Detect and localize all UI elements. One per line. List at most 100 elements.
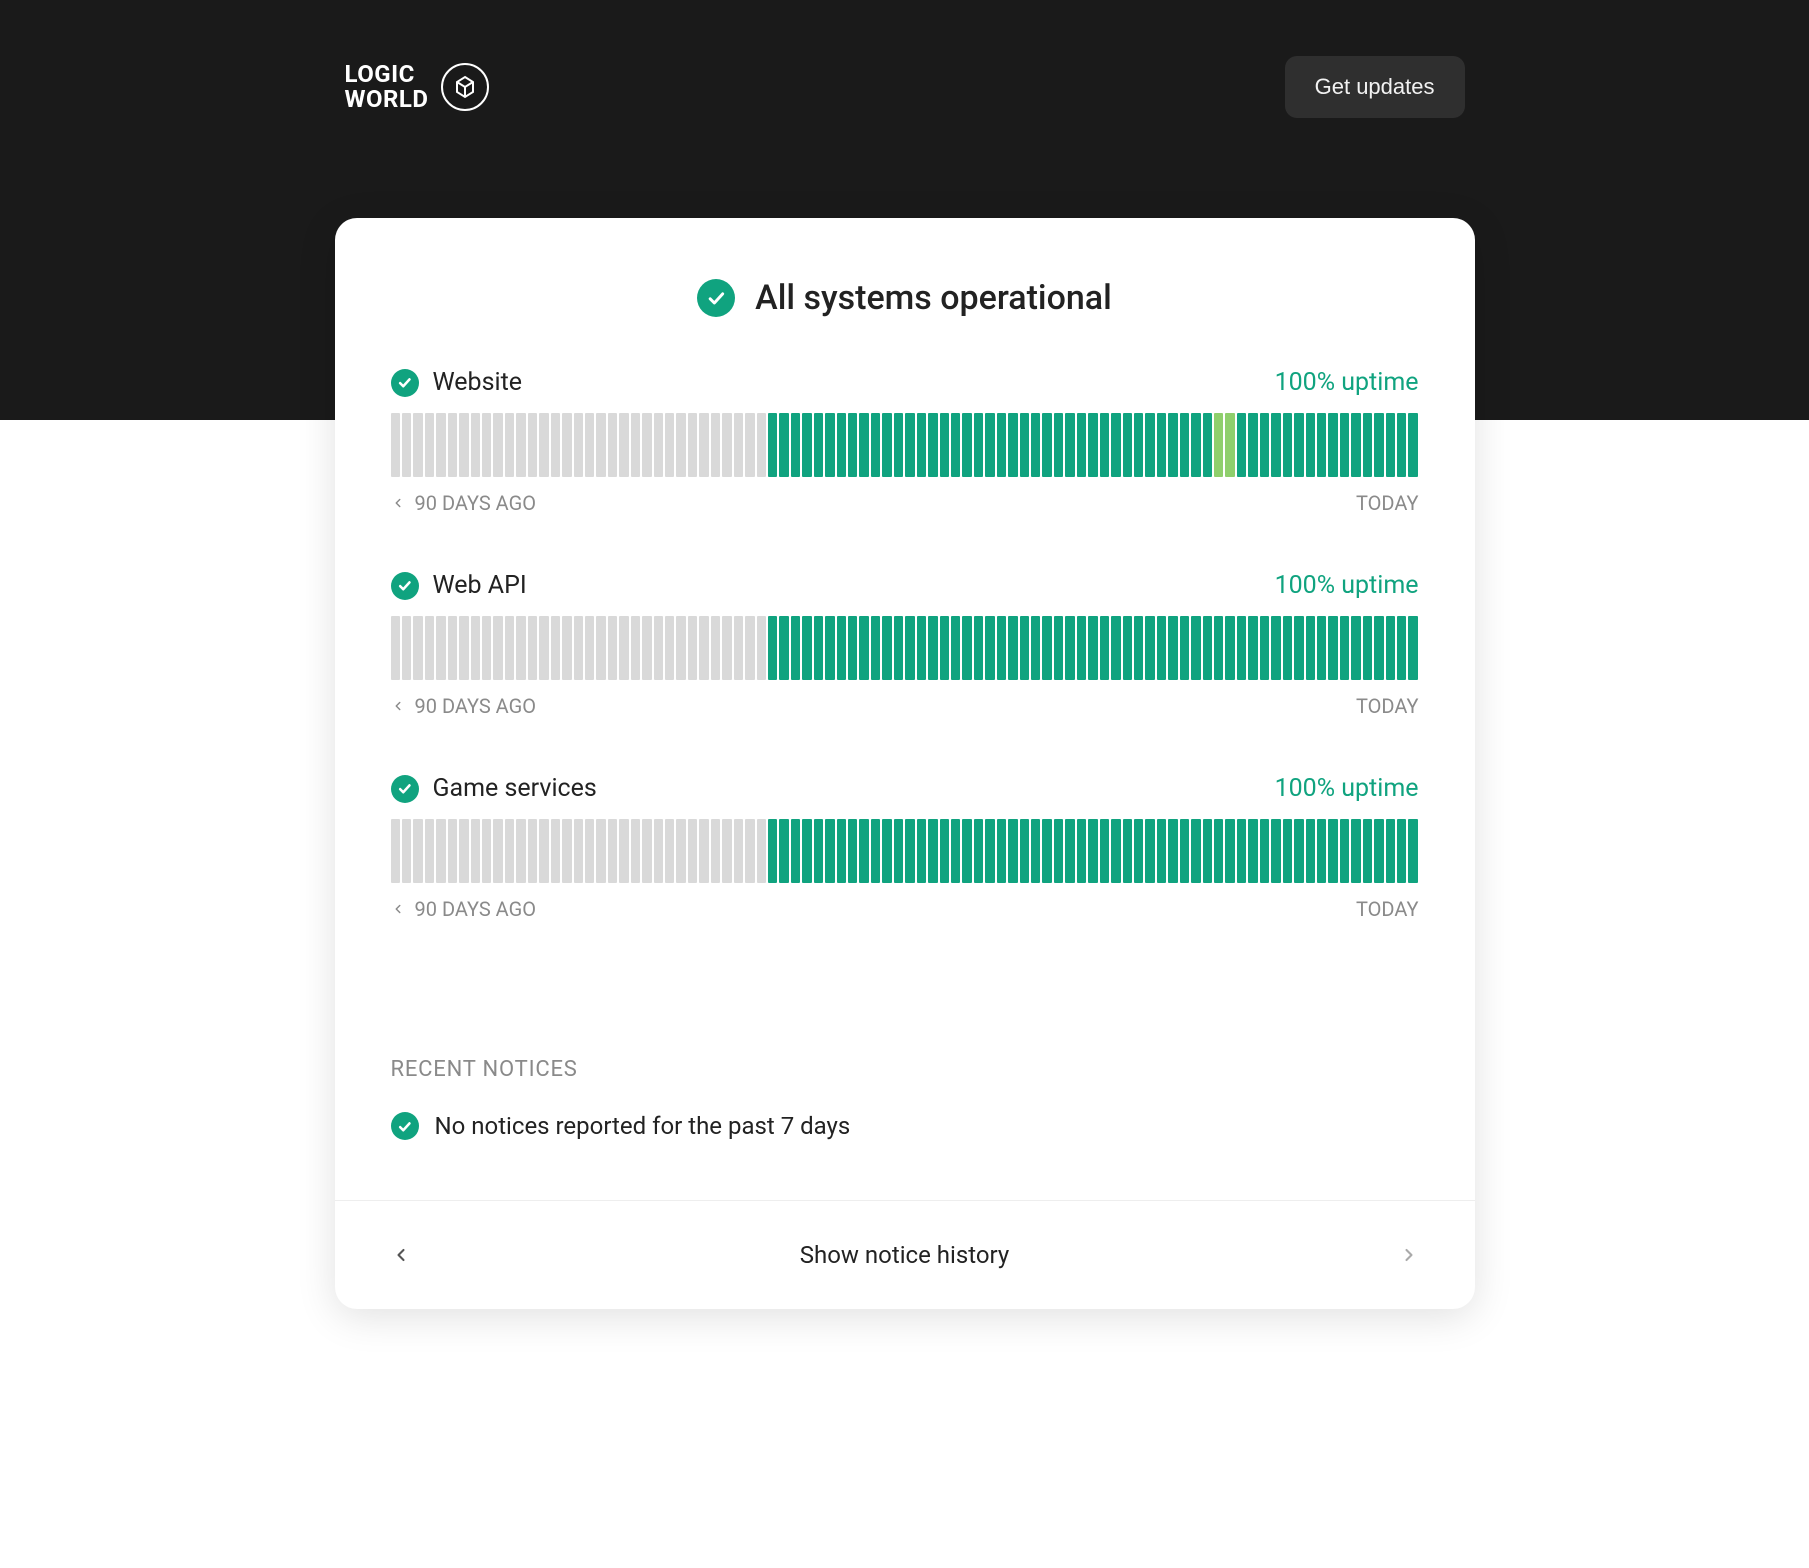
uptime-bar[interactable] xyxy=(1374,616,1383,680)
uptime-bar[interactable] xyxy=(1203,413,1212,477)
uptime-bar[interactable] xyxy=(871,819,880,883)
uptime-bar[interactable] xyxy=(1134,616,1143,680)
uptime-bar[interactable] xyxy=(1031,819,1040,883)
uptime-bar[interactable] xyxy=(711,819,720,883)
uptime-bar[interactable] xyxy=(814,413,823,477)
uptime-bar[interactable] xyxy=(425,616,434,680)
uptime-bar[interactable] xyxy=(1008,819,1017,883)
uptime-bar[interactable] xyxy=(699,819,708,883)
service-name[interactable]: Web API xyxy=(433,571,527,600)
uptime-bar[interactable] xyxy=(585,819,594,883)
uptime-bar[interactable] xyxy=(997,616,1006,680)
uptime-bar[interactable] xyxy=(482,413,491,477)
uptime-bar[interactable] xyxy=(516,413,525,477)
uptime-bar[interactable] xyxy=(734,413,743,477)
uptime-bar[interactable] xyxy=(1031,616,1040,680)
uptime-bar[interactable] xyxy=(391,413,400,477)
uptime-bar[interactable] xyxy=(1386,819,1395,883)
uptime-bar[interactable] xyxy=(814,616,823,680)
uptime-bar[interactable] xyxy=(1054,819,1063,883)
uptime-bar[interactable] xyxy=(528,413,537,477)
uptime-bar[interactable] xyxy=(757,819,766,883)
uptime-bar[interactable] xyxy=(791,413,800,477)
uptime-bar[interactable] xyxy=(676,616,685,680)
uptime-bar[interactable] xyxy=(516,616,525,680)
uptime-bar[interactable] xyxy=(528,616,537,680)
uptime-bar[interactable] xyxy=(1248,616,1257,680)
uptime-bar[interactable] xyxy=(471,413,480,477)
uptime-bar[interactable] xyxy=(1225,616,1234,680)
uptime-bar[interactable] xyxy=(802,616,811,680)
uptime-bar[interactable] xyxy=(825,819,834,883)
uptime-bar[interactable] xyxy=(1237,616,1246,680)
service-name[interactable]: Game services xyxy=(433,774,597,803)
uptime-bar[interactable] xyxy=(493,413,502,477)
uptime-bar[interactable] xyxy=(1374,819,1383,883)
uptime-bar[interactable] xyxy=(779,616,788,680)
uptime-bar[interactable] xyxy=(1248,819,1257,883)
uptime-bar[interactable] xyxy=(768,819,777,883)
uptime-bar[interactable] xyxy=(1203,819,1212,883)
uptime-bar[interactable] xyxy=(608,413,617,477)
uptime-bar[interactable] xyxy=(1408,413,1417,477)
uptime-bar[interactable] xyxy=(734,616,743,680)
uptime-bar[interactable] xyxy=(882,819,891,883)
uptime-bar[interactable] xyxy=(1020,413,1029,477)
uptime-bar[interactable] xyxy=(985,413,994,477)
uptime-bar[interactable] xyxy=(505,616,514,680)
uptime-bar[interactable] xyxy=(459,413,468,477)
uptime-bar[interactable] xyxy=(837,413,846,477)
uptime-bar[interactable] xyxy=(1237,413,1246,477)
uptime-bar[interactable] xyxy=(768,616,777,680)
uptime-bar[interactable] xyxy=(985,819,994,883)
uptime-bar[interactable] xyxy=(574,413,583,477)
uptime-bar[interactable] xyxy=(722,819,731,883)
uptime-bar[interactable] xyxy=(1351,413,1360,477)
uptime-bar[interactable] xyxy=(1271,616,1280,680)
uptime-bar[interactable] xyxy=(1397,819,1406,883)
uptime-bar[interactable] xyxy=(1271,819,1280,883)
uptime-bar[interactable] xyxy=(391,819,400,883)
uptime-bar[interactable] xyxy=(1088,413,1097,477)
uptime-bar[interactable] xyxy=(928,616,937,680)
uptime-bar[interactable] xyxy=(699,616,708,680)
uptime-bar[interactable] xyxy=(1260,819,1269,883)
uptime-bar[interactable] xyxy=(448,819,457,883)
uptime-bar[interactable] xyxy=(1363,819,1372,883)
uptime-bar[interactable] xyxy=(1340,819,1349,883)
uptime-bar[interactable] xyxy=(413,616,422,680)
uptime-bar[interactable] xyxy=(905,819,914,883)
uptime-bar[interactable] xyxy=(1351,819,1360,883)
uptime-bar[interactable] xyxy=(402,413,411,477)
uptime-bar[interactable] xyxy=(665,616,674,680)
uptime-bar[interactable] xyxy=(1134,819,1143,883)
history-next-button[interactable] xyxy=(1399,1245,1419,1265)
uptime-bar[interactable] xyxy=(1328,616,1337,680)
uptime-bar[interactable] xyxy=(425,413,434,477)
uptime-bar[interactable] xyxy=(757,413,766,477)
uptime-bar[interactable] xyxy=(791,616,800,680)
history-prev-button[interactable] xyxy=(391,1245,411,1265)
uptime-bar[interactable] xyxy=(1214,413,1223,477)
uptime-bar[interactable] xyxy=(413,819,422,883)
uptime-bar[interactable] xyxy=(631,616,640,680)
uptime-bar[interactable] xyxy=(574,616,583,680)
uptime-bar[interactable] xyxy=(1225,413,1234,477)
uptime-bar[interactable] xyxy=(1065,616,1074,680)
uptime-bar[interactable] xyxy=(711,616,720,680)
uptime-bar[interactable] xyxy=(1134,413,1143,477)
uptime-bar[interactable] xyxy=(905,616,914,680)
uptime-bar[interactable] xyxy=(402,819,411,883)
uptime-bar[interactable] xyxy=(585,413,594,477)
uptime-bar[interactable] xyxy=(585,616,594,680)
uptime-bar[interactable] xyxy=(1283,413,1292,477)
uptime-bar[interactable] xyxy=(1180,819,1189,883)
uptime-bar[interactable] xyxy=(493,616,502,680)
uptime-bar[interactable] xyxy=(1271,413,1280,477)
uptime-bar[interactable] xyxy=(1203,616,1212,680)
uptime-bar[interactable] xyxy=(1111,413,1120,477)
uptime-bar[interactable] xyxy=(1397,413,1406,477)
uptime-bar[interactable] xyxy=(1351,616,1360,680)
uptime-bar[interactable] xyxy=(619,819,628,883)
uptime-bar[interactable] xyxy=(894,819,903,883)
